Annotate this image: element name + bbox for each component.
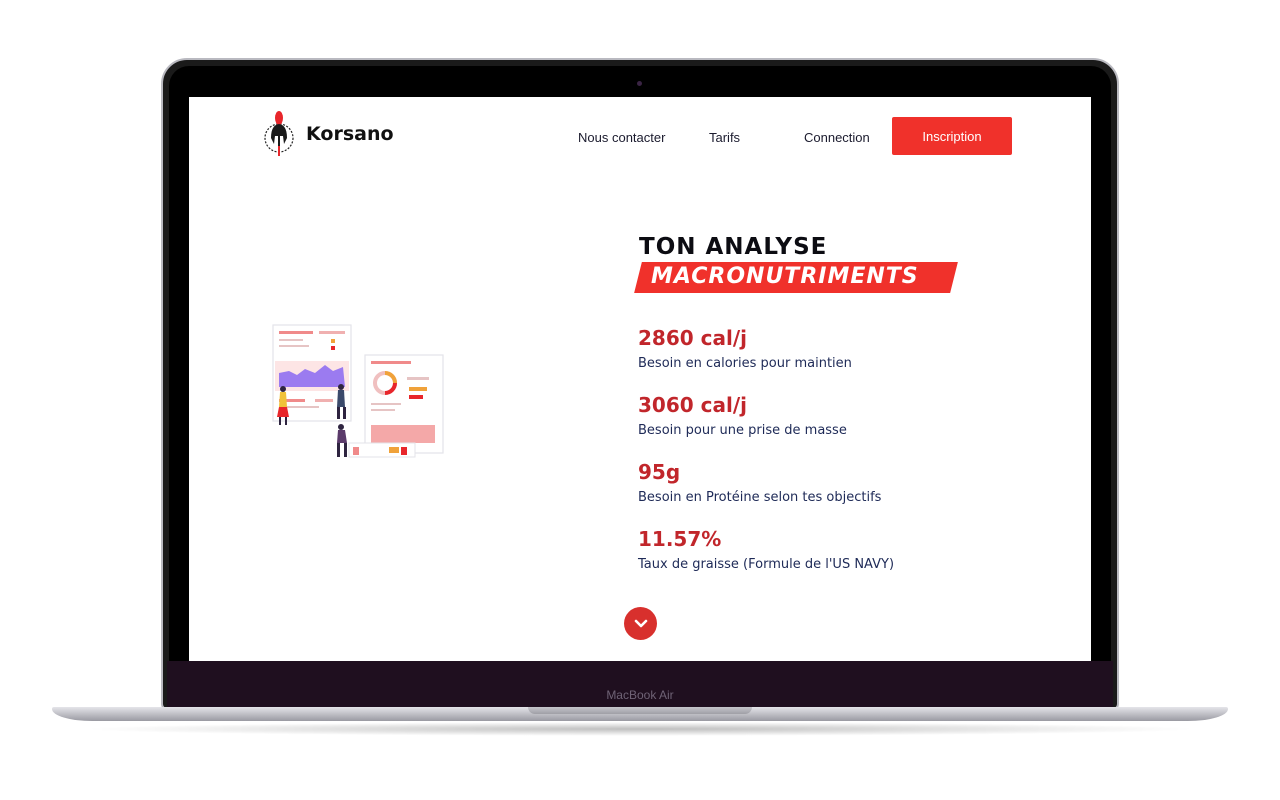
spartan-helmet-icon (264, 111, 294, 156)
laptop-chin: MacBook Air (167, 661, 1113, 708)
stat-protein: 95g Besoin en Protéine selon tes objecti… (638, 460, 881, 505)
screen: Korsano Nous contacter Tarifs Connection… (189, 97, 1091, 661)
brand-logo[interactable]: Korsano (262, 110, 394, 158)
stat-label: Taux de graisse (Formule de l'US NAVY) (638, 557, 895, 572)
stat-value: 2860 cal/j (638, 326, 747, 350)
hero-title-line1: TON ANALYSE (639, 234, 828, 260)
laptop-shadow (80, 722, 1200, 736)
stat-value: 3060 cal/j (638, 393, 747, 417)
scroll-down-button[interactable] (624, 607, 657, 640)
stat-body-fat: 11.57% Taux de graisse (Formule de l'US … (638, 527, 894, 572)
analytics-illustration (272, 324, 444, 458)
stat-bulk-calories: 3060 cal/j Besoin pour une prise de mass… (638, 393, 847, 438)
stat-label: Besoin en calories pour maintien (638, 356, 852, 371)
device-model-label: MacBook Air (606, 688, 674, 702)
chevron-down-icon (634, 619, 647, 627)
stat-label: Besoin pour une prise de masse (638, 423, 847, 438)
nav-tarifs-link[interactable]: Tarifs (709, 130, 740, 145)
nav-connection-link[interactable]: Connection (804, 130, 870, 145)
stat-value: 95g (638, 460, 681, 484)
signup-button[interactable]: Inscription (892, 117, 1012, 155)
stat-maintenance-calories: 2860 cal/j Besoin en calories pour maint… (638, 326, 852, 371)
nav-contact-link[interactable]: Nous contacter (578, 130, 665, 145)
stat-value: 11.57% (638, 527, 722, 551)
hero-title-line2: MACRONUTRIMENTS (651, 264, 919, 289)
camera-dot (637, 81, 642, 86)
brand-name: Korsano (306, 123, 394, 145)
laptop-notch (528, 707, 752, 714)
stat-label: Besoin en Protéine selon tes objectifs (638, 490, 882, 505)
